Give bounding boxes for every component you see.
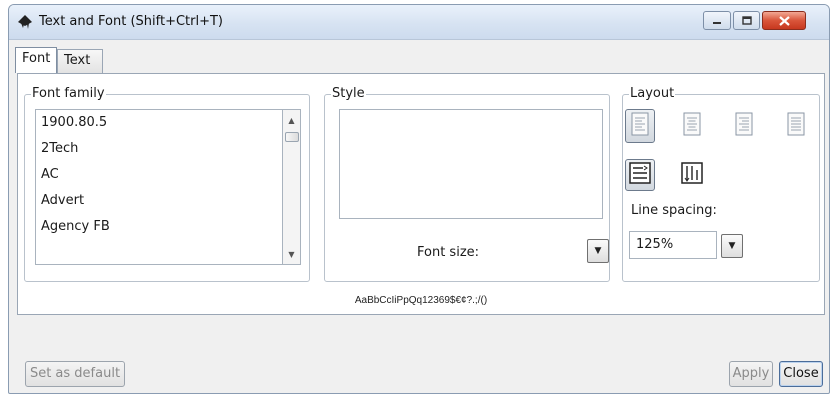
font-list-scrollbar[interactable]: ▲ ▼ (283, 109, 301, 265)
align-left-icon (631, 112, 649, 140)
vertical-text-button[interactable] (677, 159, 707, 191)
chevron-down-icon: ▼ (728, 241, 736, 251)
close-icon (763, 12, 805, 29)
font-size-dropdown[interactable]: ▼ (587, 239, 609, 263)
align-center-button[interactable] (677, 109, 707, 143)
font-size-label: Font size: (417, 245, 480, 260)
line-spacing-dropdown[interactable]: ▼ (721, 234, 743, 258)
font-preview: AaBbCcIiPpQq12369$€¢?.;/() (354, 295, 488, 306)
list-item[interactable]: 2Tech (36, 136, 282, 162)
horizontal-text-button[interactable] (625, 159, 655, 191)
scrollbar-thumb[interactable] (285, 132, 299, 142)
title-bar[interactable]: Text and Font (Shift+Ctrl+T) (9, 5, 829, 40)
scroll-up-icon[interactable]: ▲ (283, 112, 300, 128)
font-tab-panel: Font family 1900.80.5 2Tech AC Advert Ag… (17, 73, 825, 315)
line-spacing-input[interactable]: 125% (629, 231, 717, 259)
minimize-icon (704, 12, 730, 29)
tab-font[interactable]: Font (15, 47, 57, 73)
chevron-down-icon: ▼ (594, 246, 602, 256)
style-list[interactable] (339, 109, 603, 219)
style-group: Style Font size: ▼ (324, 86, 610, 282)
list-item[interactable]: 1900.80.5 (36, 110, 282, 136)
layout-label: Layout (629, 86, 676, 102)
scroll-down-icon[interactable]: ▼ (283, 246, 300, 262)
maximize-button[interactable] (733, 11, 760, 30)
list-item[interactable]: AC (36, 162, 282, 188)
font-family-list[interactable]: 1900.80.5 2Tech AC Advert Agency FB (35, 109, 283, 265)
vertical-text-icon (681, 162, 703, 188)
font-family-group: Font family 1900.80.5 2Tech AC Advert Ag… (24, 86, 310, 282)
align-center-icon (683, 112, 701, 140)
minimize-button[interactable] (703, 11, 731, 30)
tab-text[interactable]: Text (57, 49, 103, 73)
close-window-button[interactable] (762, 11, 806, 30)
font-family-label: Font family (31, 86, 106, 102)
horizontal-text-icon (629, 162, 651, 188)
set-as-default-button[interactable]: Set as default (25, 361, 125, 387)
close-button[interactable]: Close (779, 361, 823, 387)
align-right-button[interactable] (729, 109, 759, 143)
maximize-icon (734, 12, 759, 29)
justify-button[interactable] (781, 109, 811, 143)
line-spacing-label: Line spacing: (631, 203, 717, 218)
align-left-button[interactable] (625, 109, 655, 143)
window-title: Text and Font (Shift+Ctrl+T) (39, 14, 223, 29)
text-and-font-dialog: Text and Font (Shift+Ctrl+T) Font Text F… (8, 4, 830, 394)
justify-icon (787, 112, 805, 140)
inkscape-logo-icon (17, 14, 33, 30)
layout-group: Layout Line spacing: 125% ▼ (622, 86, 820, 282)
style-label: Style (331, 86, 366, 102)
list-item[interactable]: Advert (36, 188, 282, 214)
align-right-icon (735, 112, 753, 140)
apply-button[interactable]: Apply (729, 361, 773, 387)
list-item[interactable]: Agency FB (36, 214, 282, 240)
